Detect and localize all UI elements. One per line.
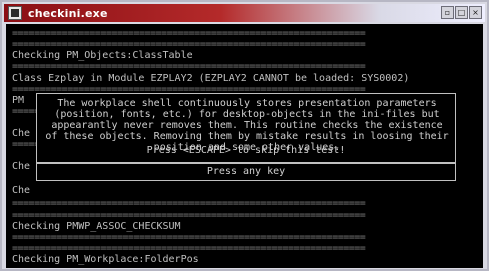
escape-hint: Press <ESCAPE> to skip this test!: [146, 145, 346, 156]
window-title: checkini.exe: [28, 6, 108, 20]
console-line: Che: [12, 161, 31, 172]
press-any-key-prompt[interactable]: Press any key: [36, 163, 456, 181]
console-line: Che: [12, 185, 31, 196]
console-line: Class Ezplay in Module EZPLAY2 (EZPLAY2 …: [12, 73, 410, 84]
info-dialog: The workplace shell continuously stores …: [36, 93, 456, 163]
separator-line: ========================================…: [12, 28, 366, 39]
separator-line: ========================================…: [12, 243, 366, 254]
separator-line: ========================================…: [12, 39, 366, 50]
minimize-button[interactable]: ▫: [441, 6, 454, 19]
separator-line: ========================================…: [12, 198, 366, 209]
close-button[interactable]: ×: [469, 6, 482, 19]
system-menu-icon[interactable]: [8, 6, 22, 20]
console-line: Checking PM_Objects:ClassTable: [12, 50, 193, 61]
console-output[interactable]: ========================================…: [6, 24, 483, 268]
checkini-window: checkini.exe ▫ □ × =====================…: [0, 0, 489, 271]
console-line: Checking PMWP_ASSOC_CHECKSUM: [12, 221, 181, 232]
window-controls: ▫ □ ×: [441, 6, 482, 19]
separator-line: ========================================…: [12, 61, 366, 72]
console-line: PM: [12, 95, 25, 106]
separator-line: ========================================…: [12, 232, 366, 243]
separator-line: ========================================…: [12, 210, 366, 221]
console-line: Checking PM_Workplace:FolderPos: [12, 254, 199, 265]
console-line: Che: [12, 128, 31, 139]
maximize-button[interactable]: □: [455, 6, 468, 19]
title-bar[interactable]: checkini.exe ▫ □ ×: [4, 4, 485, 22]
